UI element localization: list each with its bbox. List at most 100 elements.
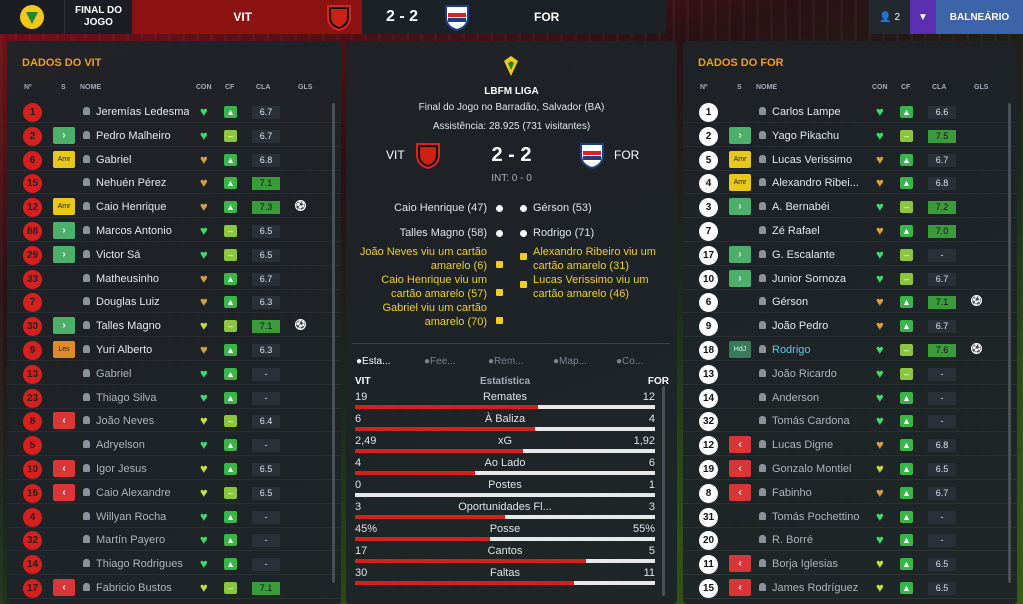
- player-row[interactable]: 17 › G. Escalante ♥ – -: [683, 243, 1017, 266]
- player-row[interactable]: 13 João Ricardo ♥ – -: [683, 362, 1017, 385]
- scrollbar[interactable]: [662, 386, 665, 596]
- sub-in-arrow-icon[interactable]: ›: [53, 245, 75, 263]
- player-row[interactable]: 15 Nehuén Pérez ♥ ▲ 7.1: [7, 171, 341, 195]
- col-goals[interactable]: GLS: [974, 84, 988, 91]
- player-name[interactable]: Thiago Silva: [96, 392, 189, 404]
- player-row[interactable]: 16 ‹ Caio Alexandre ♥ – 6.5: [7, 481, 341, 504]
- sub-out-arrow-icon[interactable]: ‹: [729, 555, 751, 573]
- player-name[interactable]: Junior Sornoza: [772, 273, 865, 285]
- player-row[interactable]: 32 Martín Payero ♥ ▲ -: [7, 528, 341, 552]
- player-name[interactable]: Carlos Lampe: [772, 106, 865, 118]
- player-name[interactable]: Anderson: [772, 392, 865, 404]
- player-name[interactable]: João Neves: [96, 415, 189, 427]
- col-sub[interactable]: S: [737, 84, 742, 91]
- player-row[interactable]: 9 Les Yuri Alberto ♥ ▲ 6.3: [7, 338, 341, 361]
- player-row[interactable]: 30 › Talles Magno ♥ – 7.1 ⚽: [7, 314, 341, 338]
- player-row[interactable]: 20 R. Borré ♥ ▲ -: [683, 528, 1017, 552]
- users-button[interactable]: 👤 2: [869, 0, 910, 34]
- player-row[interactable]: 12 ‹ Lucas Digne ♥ ▲ 6.8: [683, 433, 1017, 457]
- player-row[interactable]: 7 Zé Rafael ♥ ▲ 7.0: [683, 219, 1017, 242]
- player-row[interactable]: 23 Thiago Silva ♥ ▲ -: [7, 386, 341, 409]
- player-row[interactable]: 15 ‹ James Rodríguez ♥ ▲ 6.5: [683, 576, 1017, 599]
- player-row[interactable]: 14 Anderson ♥ ▲ -: [683, 386, 1017, 409]
- col-name[interactable]: NOME: [80, 84, 101, 91]
- col-fitness[interactable]: CF: [901, 84, 910, 91]
- player-name[interactable]: Fabricio Bustos: [96, 582, 189, 594]
- player-name[interactable]: Tomás Cardona: [772, 415, 865, 427]
- sub-out-arrow-icon[interactable]: ‹: [729, 460, 751, 477]
- col-number[interactable]: Nº: [24, 84, 32, 91]
- col-number[interactable]: Nº: [700, 84, 708, 91]
- scrollbar[interactable]: [332, 103, 335, 583]
- sub-in-arrow-icon[interactable]: ›: [729, 245, 751, 263]
- player-name[interactable]: Victor Sá: [96, 249, 189, 261]
- col-sub[interactable]: S: [61, 84, 66, 91]
- player-name[interactable]: Yuri Alberto: [96, 344, 189, 356]
- player-row[interactable]: 10 › Junior Sornoza ♥ – 6.7: [683, 267, 1017, 290]
- sub-out-arrow-icon[interactable]: ‹: [53, 579, 75, 596]
- sub-out-arrow-icon[interactable]: ‹: [53, 412, 75, 430]
- sub-out-arrow-icon[interactable]: ‹: [53, 460, 75, 477]
- player-row[interactable]: 11 ‹ Borja Iglesias ♥ ▲ 6.5: [683, 552, 1017, 576]
- col-rating[interactable]: CLA: [932, 84, 946, 91]
- player-name[interactable]: Jeremías Ledesma: [96, 106, 189, 118]
- player-row[interactable]: 3 › A. Bernabéi ♥ – 7.2: [683, 195, 1017, 219]
- player-row[interactable]: 7 Douglas Luiz ♥ ▲ 6.3: [7, 290, 341, 314]
- col-goals[interactable]: GLS: [298, 84, 312, 91]
- sub-out-arrow-icon[interactable]: ‹: [729, 579, 751, 596]
- player-row[interactable]: 4 Willyan Rocha ♥ ▲ -: [7, 505, 341, 528]
- sub-out-arrow-icon[interactable]: ‹: [729, 436, 751, 454]
- col-condition[interactable]: CON: [872, 84, 888, 91]
- player-row[interactable]: 8 ‹ João Neves ♥ – 6.4: [7, 409, 341, 433]
- player-name[interactable]: Zé Rafael: [772, 225, 865, 237]
- player-name[interactable]: Borja Iglesias: [772, 558, 865, 570]
- tab-shots[interactable]: ● Rem...: [488, 356, 524, 367]
- player-name[interactable]: João Ricardo: [772, 368, 865, 380]
- player-row[interactable]: 32 Tomás Cardona ♥ ▲ -: [683, 409, 1017, 433]
- player-row[interactable]: 88 › Marcos Antonio ♥ – 6.5: [7, 219, 341, 242]
- player-name[interactable]: Pedro Malheiro: [96, 130, 189, 142]
- player-name[interactable]: Willyan Rocha: [96, 511, 189, 523]
- player-name[interactable]: G. Escalante: [772, 249, 865, 261]
- player-name[interactable]: Gabriel: [96, 368, 189, 380]
- player-name[interactable]: Lucas Digne: [772, 439, 865, 451]
- player-row[interactable]: 14 Thiago Rodrigues ♥ ▲ -: [7, 552, 341, 576]
- player-row[interactable]: 18 HdJ Rodrigo ♥ – 7.6 ⚽: [683, 338, 1017, 361]
- player-name[interactable]: Alexandro Ribei...: [772, 177, 865, 189]
- tab-feed[interactable]: ● Fee...: [424, 356, 456, 367]
- col-condition[interactable]: CON: [196, 84, 212, 91]
- tab-stats[interactable]: ● Esta...: [356, 356, 390, 367]
- chevron-down-icon[interactable]: ▼: [910, 0, 936, 34]
- player-row[interactable]: 6 Amr Gabriel ♥ ▲ 6.8: [7, 148, 341, 171]
- sub-in-arrow-icon[interactable]: ›: [53, 317, 75, 335]
- player-row[interactable]: 1 Jeremías Ledesma ♥ ▲ 6.7: [7, 100, 341, 123]
- player-row[interactable]: 4 Amr Alexandro Ribei... ♥ ▲ 6.8: [683, 171, 1017, 195]
- player-row[interactable]: 8 ‹ Fabinho ♥ ▲ 6.7: [683, 481, 1017, 504]
- locker-room-button[interactable]: BALNEÁRIO: [936, 0, 1023, 34]
- player-row[interactable]: 10 ‹ Igor Jesus ♥ ▲ 6.5: [7, 457, 341, 480]
- player-name[interactable]: Gabriel: [96, 154, 189, 166]
- player-name[interactable]: Gérson: [772, 296, 865, 308]
- col-fitness[interactable]: CF: [225, 84, 234, 91]
- player-name[interactable]: Rodrigo: [772, 344, 865, 356]
- player-row[interactable]: 2 › Pedro Malheiro ♥ – 6.7: [7, 124, 341, 147]
- player-name[interactable]: Igor Jesus: [96, 463, 189, 475]
- player-row[interactable]: 29 › Victor Sá ♥ – 6.5: [7, 243, 341, 266]
- player-name[interactable]: Yago Pikachu: [772, 130, 865, 142]
- sub-out-arrow-icon[interactable]: ‹: [53, 483, 75, 501]
- player-name[interactable]: R. Borré: [772, 534, 865, 546]
- tab-comments[interactable]: ● Co...: [616, 356, 643, 367]
- player-name[interactable]: Caio Henrique: [96, 201, 189, 213]
- sub-in-arrow-icon[interactable]: ›: [729, 269, 751, 287]
- player-name[interactable]: Nehuén Pérez: [96, 177, 189, 189]
- player-name[interactable]: Martín Payero: [96, 534, 189, 546]
- player-name[interactable]: Talles Magno: [96, 320, 189, 332]
- player-row[interactable]: 5 Adryelson ♥ ▲ -: [7, 433, 341, 457]
- player-row[interactable]: 33 Matheusinho ♥ ▲ 6.7: [7, 267, 341, 290]
- player-name[interactable]: Gonzalo Montiel: [772, 463, 865, 475]
- sub-in-arrow-icon[interactable]: ›: [729, 126, 751, 144]
- player-name[interactable]: Adryelson: [96, 439, 189, 451]
- col-rating[interactable]: CLA: [256, 84, 270, 91]
- player-name[interactable]: Marcos Antonio: [96, 225, 189, 237]
- player-name[interactable]: Tomás Pochettino: [772, 511, 865, 523]
